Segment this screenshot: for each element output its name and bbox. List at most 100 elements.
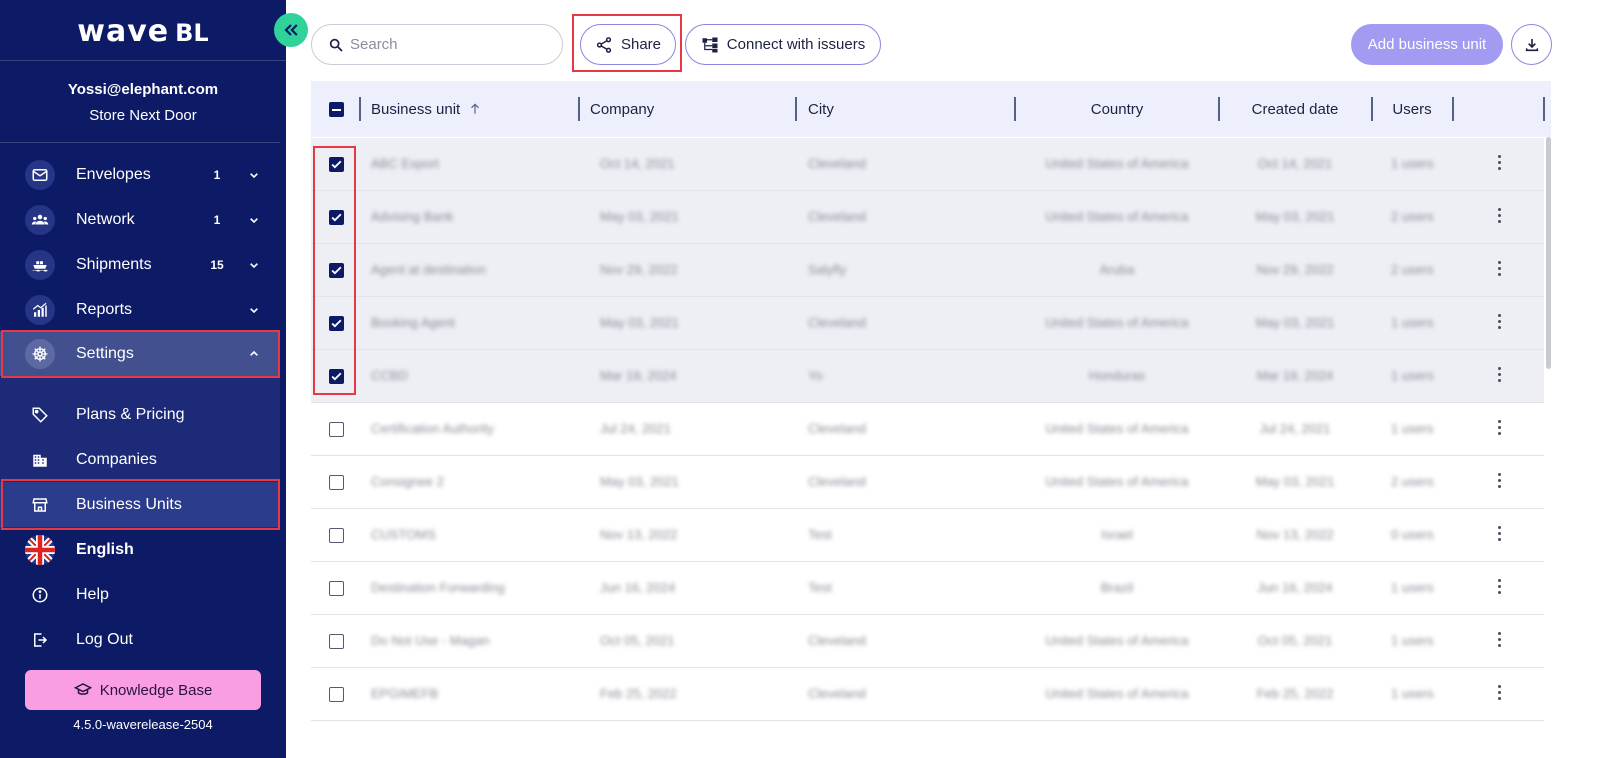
sidebar-item-network[interactable]: Network 1 — [0, 197, 280, 242]
share-icon — [596, 36, 612, 53]
sidebar-scrollbar[interactable] — [280, 140, 286, 758]
sidebar-item-plans-pricing[interactable]: Plans & Pricing — [0, 392, 280, 437]
column-label: Company — [590, 100, 655, 118]
column-divider — [795, 97, 797, 121]
search-box[interactable] — [311, 24, 563, 65]
row-checkbox[interactable] — [329, 475, 344, 490]
sidebar-item-reports[interactable]: Reports — [0, 287, 280, 332]
table-row[interactable]: ABC Export Oct 14, 2021 Cleveland United St… — [311, 138, 1544, 191]
row-menu-icon[interactable] — [1495, 261, 1503, 279]
cell-created-date: Jul 24, 2021 — [1259, 421, 1331, 436]
cell-business-unit: Consignee 2 — [371, 474, 444, 489]
search-input[interactable] — [350, 36, 540, 53]
table-row[interactable]: Do Not Use - Magan Oct 05, 2021 Cleveland U… — [311, 615, 1544, 668]
cell-users: 2 users — [1391, 474, 1434, 489]
table-row[interactable]: Certification Authority Jul 24, 2021 Cleve… — [311, 403, 1544, 456]
row-menu-icon[interactable] — [1495, 685, 1503, 703]
row-checkbox[interactable] — [329, 263, 344, 278]
cell-city: Cleveland — [808, 421, 866, 436]
row-menu-icon[interactable] — [1495, 526, 1503, 544]
sidebar-item-settings[interactable]: Settings — [0, 331, 280, 376]
sidebar-item-label: English — [76, 540, 134, 558]
row-menu-icon[interactable] — [1495, 155, 1503, 173]
network-icon — [25, 204, 55, 235]
table-row[interactable]: Booking Agent May 03, 2021 Cleveland United… — [311, 297, 1544, 350]
row-menu-icon[interactable] — [1495, 579, 1503, 597]
table-row[interactable]: Advising Bank May 03, 2021 Cleveland United… — [311, 191, 1544, 244]
cell-created-date: May 03, 2021 — [1255, 209, 1335, 224]
connect-issuers-button[interactable]: Connect with issuers — [685, 24, 881, 65]
cell-created-date: Feb 25, 2022 — [1256, 686, 1334, 701]
table-row[interactable]: Destination Forwarding Jun 16, 2024 Test Br… — [311, 562, 1544, 615]
row-checkbox[interactable] — [329, 634, 344, 649]
row-checkbox[interactable] — [329, 210, 344, 225]
uk-flag-icon — [25, 534, 55, 565]
row-menu-icon[interactable] — [1495, 367, 1503, 385]
cell-country: United States of America — [1045, 421, 1189, 436]
sidebar-item-business-units[interactable]: Business Units — [0, 482, 280, 527]
cell-users: 1 users — [1391, 156, 1434, 171]
table-row[interactable]: Consignee 2 May 03, 2021 Cleveland United S… — [311, 456, 1544, 509]
sidebar-item-label: Log Out — [76, 630, 133, 648]
column-header-created-date[interactable]: Created date — [1219, 81, 1371, 137]
table-row[interactable]: Agent at destination Nov 29, 2022 Salyfly A… — [311, 244, 1544, 297]
settings-wheel-icon — [25, 338, 55, 369]
share-label: Share — [620, 36, 662, 53]
column-header-company[interactable]: Company — [590, 81, 654, 137]
row-menu-icon[interactable] — [1495, 208, 1503, 226]
sidebar-item-shipments[interactable]: Shipments 15 — [0, 242, 280, 287]
cell-business-unit: Certification Authority — [371, 421, 494, 436]
row-menu-icon[interactable] — [1495, 314, 1503, 332]
cell-city: Cleveland — [808, 156, 866, 171]
sidebar-item-envelopes[interactable]: Envelopes 1 — [0, 152, 280, 197]
table-row[interactable]: EPGIMEFB Feb 25, 2022 Cleveland United Stat… — [311, 668, 1544, 721]
row-menu-icon[interactable] — [1495, 420, 1503, 438]
double-chevron-left-icon — [284, 24, 298, 36]
table-row[interactable]: CCBD Mar 19, 2024 Yo Honduras Mar 19, 2024 1 … — [311, 350, 1544, 403]
collapse-sidebar-button[interactable] — [274, 13, 308, 47]
column-label: Business unit — [371, 100, 461, 118]
column-header-users[interactable]: Users — [1372, 81, 1452, 137]
cell-business-unit: CCBD — [371, 368, 408, 383]
select-all-checkbox[interactable] — [329, 102, 344, 117]
sidebar-item-help[interactable]: Help — [0, 572, 280, 617]
knowledge-base-button[interactable]: Knowledge Base — [25, 670, 261, 710]
table-scrollbar[interactable] — [1546, 137, 1551, 369]
cell-company: May 03, 2021 — [600, 474, 679, 489]
sidebar-item-label: Plans & Pricing — [76, 405, 185, 423]
download-button[interactable] — [1511, 24, 1552, 65]
share-button[interactable]: Share — [580, 24, 676, 65]
chevron-up-icon — [250, 350, 258, 356]
column-header-city[interactable]: City — [808, 81, 834, 137]
row-checkbox[interactable] — [329, 157, 344, 172]
column-header-business-unit[interactable]: Business unit — [371, 81, 482, 137]
row-checkbox[interactable] — [329, 369, 344, 384]
sidebar-item-label: Network — [76, 210, 135, 228]
row-checkbox[interactable] — [329, 581, 344, 596]
cell-city: Salyfly — [808, 262, 847, 277]
reports-icon — [25, 294, 55, 325]
sidebar-item-language[interactable]: English — [0, 527, 280, 572]
cell-created-date: Jun 16, 2024 — [1257, 580, 1333, 595]
sidebar-item-label: Settings — [76, 344, 134, 362]
row-checkbox[interactable] — [329, 687, 344, 702]
cell-business-unit: Booking Agent — [371, 315, 455, 330]
cell-business-unit: Destination Forwarding — [371, 580, 505, 595]
table-row[interactable]: CUSTOMS Nov 13, 2022 Test Israel Nov 13, 202… — [311, 509, 1544, 562]
user-store: Store Next Door — [89, 107, 197, 124]
cell-company: Oct 14, 2021 — [600, 156, 675, 171]
tag-icon — [25, 400, 55, 430]
row-checkbox[interactable] — [329, 316, 344, 331]
cell-city: Cleveland — [808, 633, 866, 648]
logout-icon — [25, 625, 55, 655]
sidebar-item-logout[interactable]: Log Out — [0, 617, 280, 662]
add-business-unit-button[interactable]: Add business unit — [1351, 24, 1503, 65]
row-menu-icon[interactable] — [1495, 632, 1503, 650]
sidebar-item-companies[interactable]: Companies — [0, 437, 280, 482]
column-header-country[interactable]: Country — [1015, 81, 1219, 137]
cell-created-date: Nov 13, 2022 — [1256, 527, 1334, 542]
row-menu-icon[interactable] — [1495, 473, 1503, 491]
row-checkbox[interactable] — [329, 422, 344, 437]
cell-company: May 03, 2021 — [600, 209, 679, 224]
row-checkbox[interactable] — [329, 528, 344, 543]
